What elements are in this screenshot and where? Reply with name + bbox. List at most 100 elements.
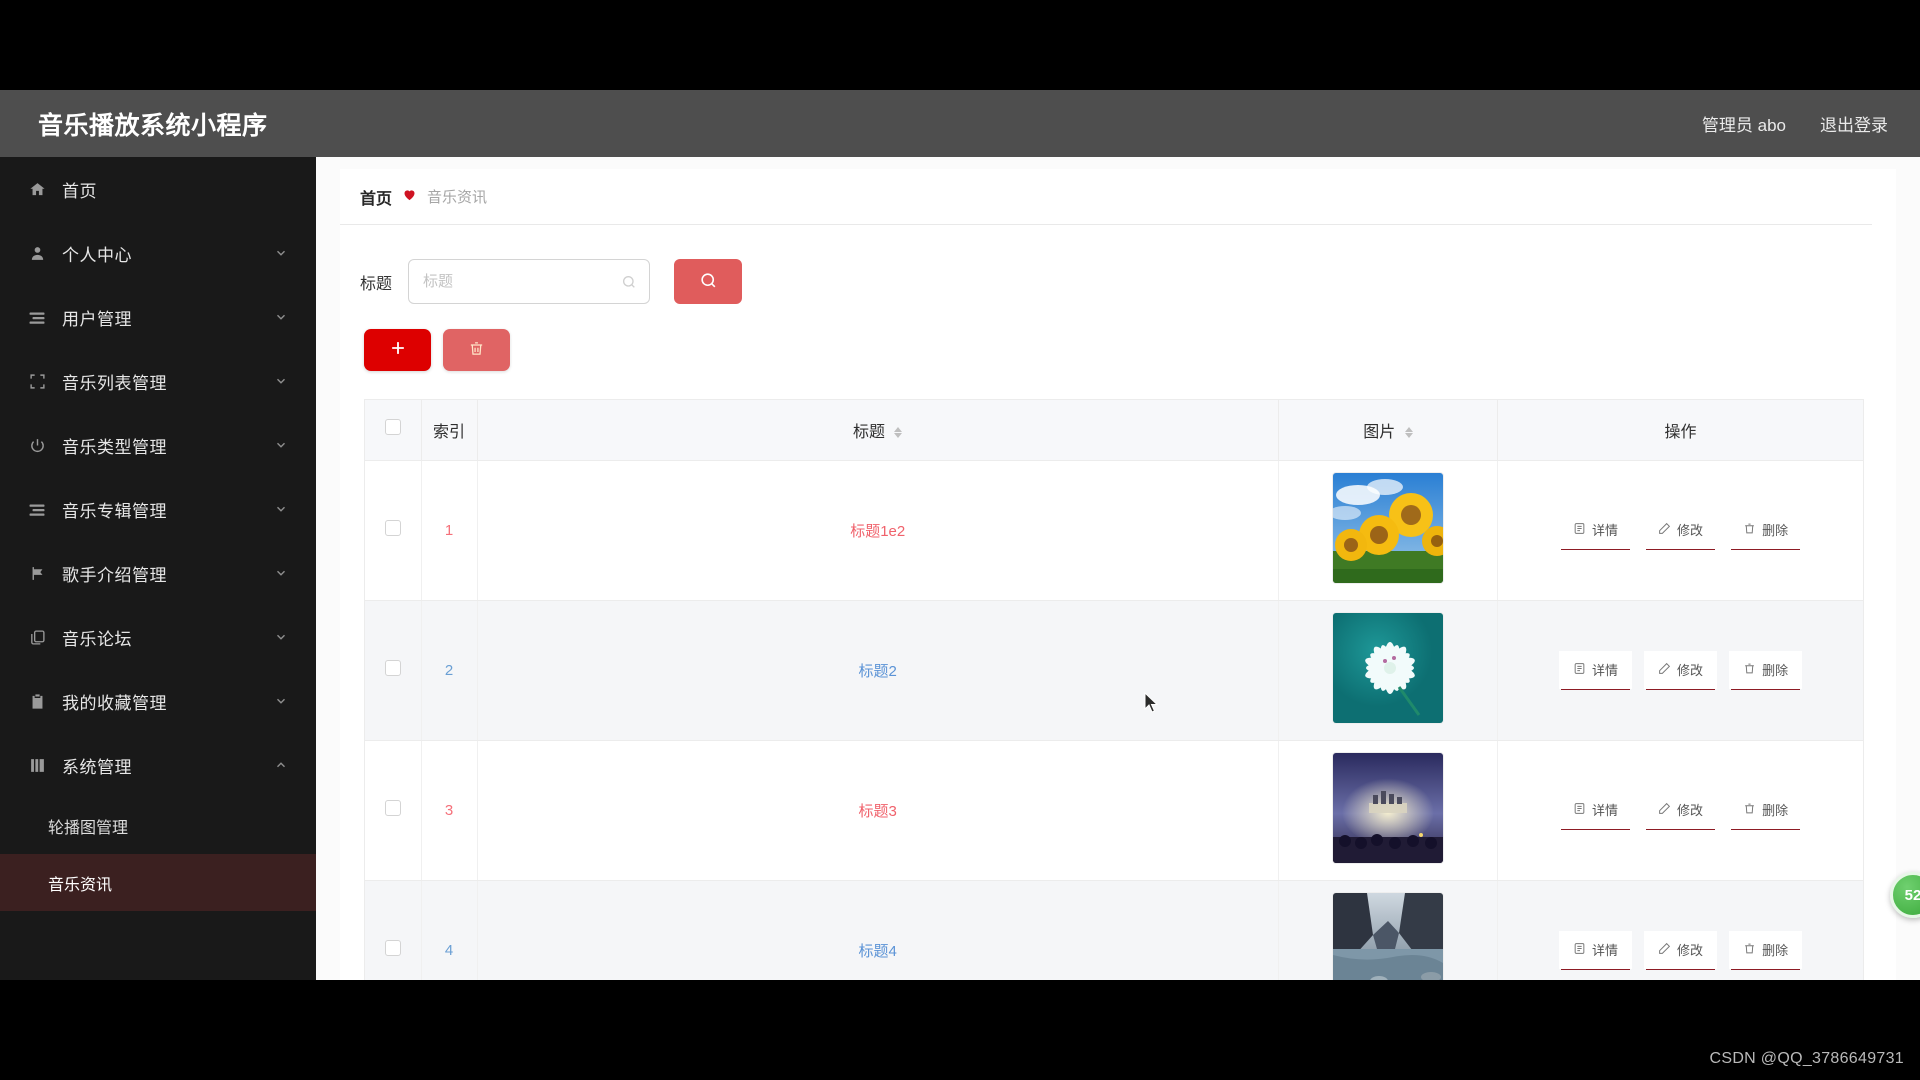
chevron-up-icon[interactable] <box>274 758 288 772</box>
chevron-down-icon[interactable] <box>274 374 288 388</box>
delete-button[interactable]: 删除 <box>1729 651 1803 690</box>
row-actions: 详情 修改 删除 <box>1498 931 1863 970</box>
sidebar-item-label: 音乐类型管理 <box>62 437 167 457</box>
row-index: 1 <box>421 460 478 601</box>
row-image-cell <box>1278 460 1499 601</box>
table-body: 1 标题1e2 详情 修改 删除 2 标题2 详情 修改 删除 3 标题3 详情… <box>365 460 1863 980</box>
row-actions: 详情 修改 删除 <box>1498 651 1863 690</box>
sidebar-item-label: 歌手介绍管理 <box>62 565 167 585</box>
add-button[interactable] <box>364 329 431 371</box>
breadcrumb-current: 音乐资讯 <box>427 189 488 206</box>
detail-button[interactable]: 详情 <box>1559 791 1632 830</box>
data-table: 索引 标题 图片 操作 1 标题1e2 详情 修改 删除 2 标题2 详情 修改… <box>365 400 1863 980</box>
row-checkbox[interactable] <box>384 660 401 676</box>
detail-button[interactable]: 详情 <box>1559 651 1633 690</box>
sidebar-item-my-favorites-management[interactable]: 我的收藏管理 <box>0 669 316 733</box>
sidebar-item-label: 首页 <box>62 181 97 201</box>
row-select-cell <box>365 880 422 980</box>
row-title[interactable]: 标题1e2 <box>850 523 905 540</box>
row-actions-cell: 详情 修改 删除 <box>1497 460 1863 601</box>
row-title[interactable]: 标题4 <box>859 943 897 960</box>
mouse-cursor <box>1144 691 1160 714</box>
sidebar-subitem-music-news[interactable]: 音乐资讯 <box>0 854 316 911</box>
list-icon <box>24 307 50 327</box>
trash-icon <box>1743 522 1756 538</box>
column-header-title-label: 标题 <box>852 423 885 441</box>
sidebar-item-label: 音乐论坛 <box>62 629 132 649</box>
batch-delete-button[interactable] <box>443 329 510 371</box>
chevron-down-icon[interactable] <box>274 310 288 324</box>
row-actions-cell: 详情 修改 删除 <box>1497 600 1863 741</box>
row-title[interactable]: 标题2 <box>859 663 897 680</box>
sort-icon[interactable] <box>1404 427 1413 439</box>
chevron-down-icon[interactable] <box>274 694 288 708</box>
header-right-group: 管理员 abo 退出登录 <box>1702 111 1888 136</box>
table-row: 3 标题3 详情 修改 删除 <box>365 740 1863 881</box>
data-table-wrapper: 索引 标题 图片 操作 1 标题1e2 详情 修改 删除 2 标题2 详情 修改… <box>364 399 1864 980</box>
toolbar <box>340 304 1896 371</box>
table-head: 索引 标题 图片 操作 <box>365 400 1863 461</box>
sidebar-item-music-list-management[interactable]: 音乐列表管理 <box>0 349 316 413</box>
row-checkbox[interactable] <box>384 520 401 536</box>
search-icon <box>699 271 718 293</box>
delete-button-label: 删除 <box>1762 663 1789 678</box>
search-input[interactable] <box>423 261 624 302</box>
detail-button-label: 详情 <box>1592 943 1619 958</box>
detail-icon <box>1573 522 1586 538</box>
column-header-title[interactable]: 标题 <box>477 400 1279 461</box>
crop-icon <box>24 371 50 391</box>
edit-button[interactable]: 修改 <box>1644 931 1718 970</box>
sidebar-subitem-carousel-management[interactable]: 轮播图管理 <box>0 797 316 854</box>
white-flower-teal-thumbnail[interactable] <box>1333 613 1443 723</box>
app-title: 音乐播放系统小程序 <box>38 111 268 140</box>
sort-icon[interactable] <box>894 427 903 439</box>
trash-icon <box>1743 662 1756 678</box>
sidebar-item-music-type-management[interactable]: 音乐类型管理 <box>0 413 316 477</box>
chevron-down-icon[interactable] <box>274 566 288 580</box>
canyon-river-thumbnail[interactable] <box>1333 893 1443 980</box>
sidebar-item-music-album-management[interactable]: 音乐专辑管理 <box>0 477 316 541</box>
row-select-cell <box>365 460 422 601</box>
row-title[interactable]: 标题3 <box>859 803 897 820</box>
logout-button[interactable]: 退出登录 <box>1820 111 1888 136</box>
search-button[interactable] <box>674 259 743 304</box>
admin-name[interactable]: 管理员 abo <box>1702 111 1786 136</box>
row-title-cell: 标题4 <box>477 880 1279 980</box>
sidebar-item-personal-center[interactable]: 个人中心 <box>0 221 316 285</box>
sidebar-item-user-management[interactable]: 用户管理 <box>0 285 316 349</box>
search-input-wrapper[interactable] <box>408 259 651 304</box>
edit-button[interactable]: 修改 <box>1644 511 1717 550</box>
delete-button[interactable]: 删除 <box>1729 791 1802 830</box>
sidebar-item-label: 音乐专辑管理 <box>62 501 167 521</box>
edit-icon <box>1658 802 1671 818</box>
breadcrumb-home[interactable]: 首页 <box>360 185 392 209</box>
row-title-cell: 标题3 <box>477 740 1279 881</box>
edit-icon <box>1658 942 1671 958</box>
concert-stage-thumbnail[interactable] <box>1333 753 1443 863</box>
column-header-image[interactable]: 图片 <box>1278 400 1499 461</box>
chevron-down-icon[interactable] <box>274 246 288 260</box>
copy-icon <box>24 627 50 647</box>
edit-button[interactable]: 修改 <box>1644 651 1718 690</box>
row-checkbox[interactable] <box>384 800 401 816</box>
sunflowers-thumbnail[interactable] <box>1333 473 1443 583</box>
row-checkbox[interactable] <box>384 940 401 956</box>
sidebar-item-system-management[interactable]: 系统管理 <box>0 733 316 797</box>
search-label: 标题 <box>360 275 393 293</box>
app-root: 音乐播放系统小程序 管理员 abo 退出登录 首页 个人中心 用户管理 音乐列表… <box>0 0 1920 1080</box>
sidebar-item-music-forum[interactable]: 音乐论坛 <box>0 605 316 669</box>
sidebar-item-label: 音乐列表管理 <box>62 373 167 393</box>
detail-button[interactable]: 详情 <box>1559 511 1632 550</box>
select-all-checkbox[interactable] <box>384 419 401 436</box>
chevron-down-icon[interactable] <box>274 502 288 516</box>
delete-button[interactable]: 删除 <box>1729 931 1803 970</box>
edit-button[interactable]: 修改 <box>1644 791 1717 830</box>
delete-button[interactable]: 删除 <box>1729 511 1802 550</box>
chevron-down-icon[interactable] <box>274 630 288 644</box>
sidebar-item-singer-intro-management[interactable]: 歌手介绍管理 <box>0 541 316 605</box>
trash-icon <box>1743 802 1756 818</box>
heart-icon <box>402 187 417 206</box>
detail-button[interactable]: 详情 <box>1559 931 1633 970</box>
sidebar-item-home[interactable]: 首页 <box>0 157 316 221</box>
chevron-down-icon[interactable] <box>274 438 288 452</box>
